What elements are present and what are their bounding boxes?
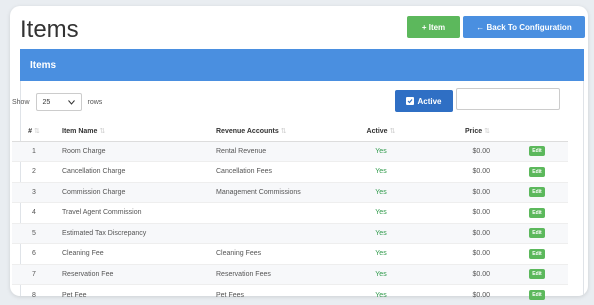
table-row: 2 Cancellation Charge Cancellation Fees … xyxy=(12,162,568,183)
sort-icon: ⇅ xyxy=(281,128,287,135)
row-number: 6 xyxy=(12,244,56,265)
action-cell: Edit xyxy=(506,182,568,203)
column-header-price[interactable]: Price⇅ xyxy=(410,121,506,141)
show-label: Show xyxy=(12,99,30,106)
active-status: Yes xyxy=(352,203,410,224)
item-name: Room Charge xyxy=(56,141,210,162)
item-price: $0.00 xyxy=(410,203,506,224)
add-item-button[interactable]: + Item xyxy=(407,16,460,38)
item-name: Travel Agent Commission xyxy=(56,203,210,224)
edit-button[interactable]: Edit xyxy=(529,228,544,238)
action-cell: Edit xyxy=(506,223,568,244)
column-header-item-name[interactable]: Item Name⇅ xyxy=(56,121,210,141)
revenue-account: Cleaning Fees xyxy=(210,244,352,265)
item-name: Commission Charge xyxy=(56,182,210,203)
item-price: $0.00 xyxy=(410,223,506,244)
row-number: 5 xyxy=(12,223,56,244)
table-row: 1 Room Charge Rental Revenue Yes $0.00 E… xyxy=(12,141,568,162)
sort-icon: ⇅ xyxy=(99,128,105,135)
active-status: Yes xyxy=(352,182,410,203)
column-header-number[interactable]: #⇅ xyxy=(12,121,56,141)
action-cell: Edit xyxy=(506,264,568,285)
active-filter-label: Active xyxy=(417,97,441,106)
edit-button[interactable]: Edit xyxy=(529,208,544,218)
edit-button[interactable]: Edit xyxy=(529,146,544,156)
row-number: 4 xyxy=(12,203,56,224)
revenue-account: Management Commissions xyxy=(210,182,352,203)
revenue-account xyxy=(210,203,352,224)
table-row: 6 Cleaning Fee Cleaning Fees Yes $0.00 E… xyxy=(12,244,568,265)
page-size-control: Show 25 rows xyxy=(12,93,102,111)
action-cell: Edit xyxy=(506,162,568,183)
row-number: 1 xyxy=(12,141,56,162)
edit-button[interactable]: Edit xyxy=(529,167,544,177)
active-filter-button[interactable]: Active xyxy=(395,90,453,112)
row-number: 3 xyxy=(12,182,56,203)
revenue-account: Rental Revenue xyxy=(210,141,352,162)
table-row: 3 Commission Charge Management Commissio… xyxy=(12,182,568,203)
item-name: Cleaning Fee xyxy=(56,244,210,265)
rows-label: rows xyxy=(88,99,103,106)
active-status: Yes xyxy=(352,244,410,265)
item-price: $0.00 xyxy=(410,141,506,162)
revenue-account: Cancellation Fees xyxy=(210,162,352,183)
edit-button[interactable]: Edit xyxy=(529,187,544,197)
page-size-value: 25 xyxy=(43,99,51,106)
active-status: Yes xyxy=(352,264,410,285)
action-cell: Edit xyxy=(506,141,568,162)
column-header-actions xyxy=(506,121,568,141)
table-row: 4 Travel Agent Commission Yes $0.00 Edit xyxy=(12,203,568,224)
revenue-account: Reservation Fees xyxy=(210,264,352,285)
active-status: Yes xyxy=(352,141,410,162)
panel-header: Items xyxy=(20,49,584,81)
row-number: 2 xyxy=(12,162,56,183)
item-price: $0.00 xyxy=(410,244,506,265)
sort-icon: ⇅ xyxy=(34,128,40,135)
edit-button[interactable]: Edit xyxy=(529,290,544,300)
item-name: Cancellation Charge xyxy=(56,162,210,183)
revenue-account xyxy=(210,223,352,244)
page-size-select[interactable]: 25 xyxy=(36,93,82,111)
item-price: $0.00 xyxy=(410,264,506,285)
table-header-row: #⇅ Item Name⇅ Revenue Accounts⇅ Active⇅ … xyxy=(12,121,568,141)
active-status: Yes xyxy=(352,162,410,183)
edit-button[interactable]: Edit xyxy=(529,249,544,259)
column-header-revenue-accounts[interactable]: Revenue Accounts⇅ xyxy=(210,121,352,141)
chevron-down-icon xyxy=(68,100,75,105)
item-name: Estimated Tax Discrepancy xyxy=(56,223,210,244)
item-price: $0.00 xyxy=(410,162,506,183)
sort-icon: ⇅ xyxy=(390,128,396,135)
items-table: #⇅ Item Name⇅ Revenue Accounts⇅ Active⇅ … xyxy=(12,121,568,305)
search-input[interactable] xyxy=(456,88,560,110)
column-header-active[interactable]: Active⇅ xyxy=(352,121,410,141)
panel-title: Items xyxy=(30,60,56,71)
table-row: 5 Estimated Tax Discrepancy Yes $0.00 Ed… xyxy=(12,223,568,244)
edit-button[interactable]: Edit xyxy=(529,269,544,279)
row-number: 7 xyxy=(12,264,56,285)
back-to-configuration-button[interactable]: ← Back To Configuration xyxy=(463,16,585,38)
item-name: Reservation Fee xyxy=(56,264,210,285)
item-price: $0.00 xyxy=(410,182,506,203)
checkbox-checked-icon xyxy=(406,97,414,105)
action-cell: Edit xyxy=(506,244,568,265)
action-cell: Edit xyxy=(506,203,568,224)
page-title: Items xyxy=(20,16,79,44)
active-status: Yes xyxy=(352,223,410,244)
table-row: 7 Reservation Fee Reservation Fees Yes $… xyxy=(12,264,568,285)
sort-icon: ⇅ xyxy=(484,128,490,135)
